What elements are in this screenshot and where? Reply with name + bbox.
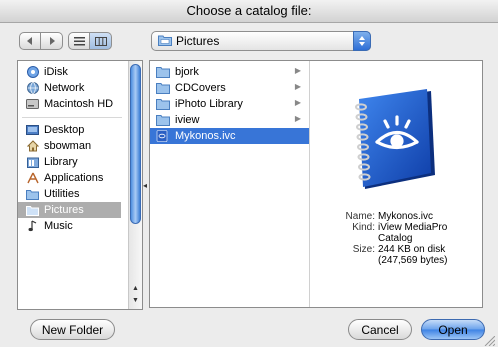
sidebar-item-label: sbowman	[44, 140, 92, 152]
window-title: Choose a catalog file:	[0, 0, 498, 23]
music-icon	[26, 220, 39, 233]
sidebar-item-music[interactable]: Music	[18, 218, 121, 234]
kind-value: iView MediaPro	[378, 222, 448, 233]
applications-icon	[26, 172, 39, 185]
column-resize-handle[interactable]: ◂	[143, 181, 147, 190]
sidebar-item-library[interactable]: Library	[18, 154, 121, 170]
forward-arrow-icon[interactable]	[41, 32, 63, 50]
sidebar-item-applications[interactable]: Applications	[18, 170, 121, 186]
sidebar-item-utilities[interactable]: Utilities	[18, 186, 121, 202]
navigation-buttons	[19, 32, 63, 50]
kind-label-spacer	[311, 233, 378, 244]
size-label-spacer	[311, 255, 378, 266]
scroll-up-arrow-icon[interactable]: ▲	[129, 283, 142, 294]
sidebar-item-macintosh-hd[interactable]: Macintosh HD	[18, 96, 121, 112]
column-view-icon[interactable]	[90, 32, 112, 50]
disclosure-arrow-icon: ▶	[294, 82, 301, 91]
pictures-folder-icon	[26, 204, 39, 217]
list-item-label: iview	[175, 114, 200, 126]
file-info: Name: Mykonos.ivc Kind: iView MediaPro C…	[311, 211, 482, 266]
preview-pane: Name: Mykonos.ivc Kind: iView MediaPro C…	[311, 61, 482, 307]
list-item-label: CDCovers	[175, 82, 226, 94]
size-value: 244 KB on disk	[378, 244, 446, 255]
scroll-down-arrow-icon[interactable]: ▼	[129, 295, 142, 306]
network-globe-icon	[26, 82, 39, 95]
window-resize-grip-icon[interactable]	[483, 336, 495, 346]
sidebar-item-label: Network	[44, 82, 85, 94]
new-folder-button[interactable]: New Folder	[30, 319, 115, 340]
desktop-icon	[26, 124, 39, 137]
disclosure-arrow-icon: ▶	[294, 66, 301, 75]
idisk-icon	[26, 66, 39, 79]
folder-icon	[156, 66, 170, 78]
list-item-label: iPhoto Library	[175, 98, 243, 110]
folder-icon	[156, 114, 170, 126]
disclosure-arrow-icon: ▶	[294, 98, 301, 107]
list-view-icon[interactable]	[68, 32, 90, 50]
sidebar-item-sbowman[interactable]: sbowman	[18, 138, 121, 154]
list-item-label: Mykonos.ivc	[175, 130, 236, 142]
sidebar-item-desktop[interactable]: Desktop	[18, 122, 121, 138]
pictures-folder-icon	[158, 34, 172, 49]
sidebar-item-label: Macintosh HD	[44, 98, 114, 110]
disclosure-arrow-icon: ▶	[294, 114, 301, 123]
sidebar-item-label: Utilities	[44, 188, 80, 200]
home-icon	[26, 140, 39, 153]
sidebar-item-label: Music	[44, 220, 73, 232]
catalog-file-icon	[156, 130, 170, 142]
sidebar-divider	[22, 117, 122, 118]
cancel-button[interactable]: Cancel	[348, 319, 412, 340]
folder-icon	[156, 98, 170, 110]
utilities-folder-icon	[26, 188, 39, 201]
sidebar-item-label: iDisk	[44, 66, 68, 78]
sidebar-item-label: Desktop	[44, 124, 85, 136]
name-value: Mykonos.ivc	[378, 211, 434, 222]
sidebar-item-pictures[interactable]: Pictures	[18, 202, 121, 218]
kind-label: Kind:	[352, 222, 375, 233]
popup-arrows-icon	[353, 31, 371, 51]
name-label: Name:	[345, 211, 375, 222]
list-item-label: bjork	[175, 66, 199, 78]
list-item-iphoto-library[interactable]: iPhoto Library ▶	[150, 96, 309, 112]
sidebar: iDisk Network Macintosh HD Desktop sbowm…	[17, 60, 143, 310]
list-item-mykonos-ivc[interactable]: Mykonos.ivc	[150, 128, 309, 144]
sidebar-item-idisk[interactable]: iDisk	[18, 64, 121, 80]
sidebar-item-label: Pictures	[44, 204, 84, 216]
hard-drive-icon	[26, 98, 39, 111]
sidebar-scroll-thumb[interactable]	[130, 64, 141, 224]
list-item-cdcovers[interactable]: CDCovers ▶	[150, 80, 309, 96]
list-item-iview[interactable]: iview ▶	[150, 112, 309, 128]
browser-column: bjork ▶ CDCovers ▶ iPhoto Library ▶ ivie…	[150, 61, 310, 307]
size-value-bytes: (247,569 bytes)	[378, 255, 448, 266]
view-mode-buttons	[68, 32, 112, 50]
file-browser: ◂ bjork ▶ CDCovers ▶ iPhoto Library ▶ iv…	[143, 60, 483, 308]
location-popup[interactable]: Pictures	[151, 31, 371, 51]
list-item-bjork[interactable]: bjork ▶	[150, 64, 309, 80]
iview-catalog-book-icon	[355, 89, 435, 189]
location-label: Pictures	[176, 34, 220, 48]
size-label: Size:	[352, 244, 375, 255]
kind-value-cont: Catalog	[378, 233, 413, 244]
sidebar-item-network[interactable]: Network	[18, 80, 121, 96]
sidebar-item-label: Library	[44, 156, 78, 168]
sidebar-scrollbar[interactable]: ▲ ▼	[128, 61, 142, 309]
back-arrow-icon[interactable]	[19, 32, 41, 50]
open-button[interactable]: Open	[421, 319, 485, 340]
sidebar-item-label: Applications	[44, 172, 104, 184]
library-icon	[26, 156, 39, 169]
folder-icon	[156, 82, 170, 94]
